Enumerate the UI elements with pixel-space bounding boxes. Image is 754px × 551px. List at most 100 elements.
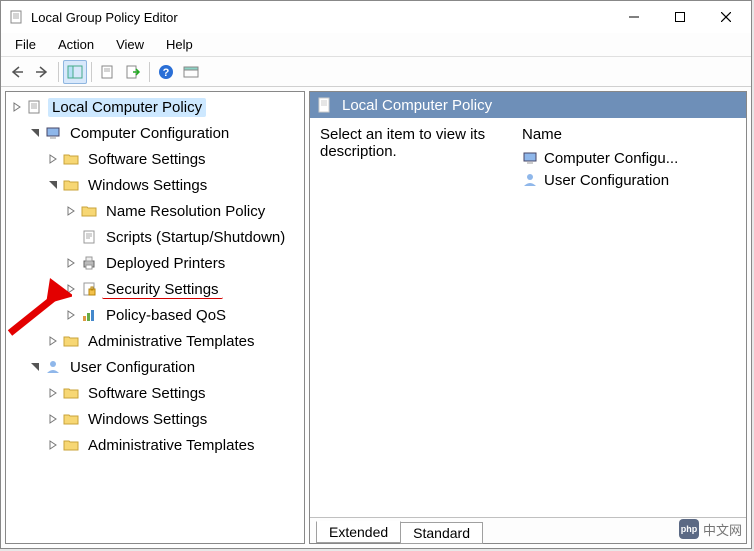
detail-body: Select an item to view its description. … [310, 118, 746, 517]
content-area: Local Computer Policy Computer Configurat… [1, 87, 751, 548]
watermark: php 中文网 [679, 519, 742, 539]
script-icon [80, 228, 98, 246]
tree-node[interactable]: Scripts (Startup/Shutdown) [62, 224, 304, 250]
detail-header-title: Local Computer Policy [342, 97, 492, 114]
expand-icon[interactable] [46, 152, 60, 166]
tree-node-label: Computer Configuration [66, 124, 233, 143]
toolbar-show-tree[interactable] [63, 60, 87, 84]
tree-node-label: Software Settings [84, 150, 210, 169]
app-window: Local Group Policy Editor File Action Vi… [0, 0, 752, 549]
tree-node[interactable]: Name Resolution Policy [62, 198, 304, 224]
tree-node[interactable]: Administrative Templates [44, 328, 304, 354]
column-header-name[interactable]: Name [522, 126, 736, 143]
maximize-button[interactable] [657, 2, 703, 32]
tree-node-label: Local Computer Policy [48, 98, 206, 117]
collapse-icon[interactable] [46, 178, 60, 192]
computer-icon [44, 124, 62, 142]
detail-description: Select an item to view its description. [320, 126, 510, 509]
tree-node[interactable]: Software Settings [44, 380, 304, 406]
menu-view[interactable]: View [106, 35, 154, 54]
toolbar-filter[interactable] [179, 60, 203, 84]
collapse-icon[interactable] [28, 126, 42, 140]
svg-text:?: ? [163, 67, 170, 79]
expand-icon[interactable] [64, 308, 78, 322]
expand-icon[interactable] [46, 438, 60, 452]
tree-node-label: Windows Settings [84, 410, 211, 429]
expand-icon[interactable] [64, 256, 78, 270]
folder-icon [62, 176, 80, 194]
expand-icon[interactable] [46, 412, 60, 426]
tree-node[interactable]: Computer Configuration [26, 120, 304, 146]
tree-node[interactable]: Administrative Templates [44, 432, 304, 458]
toolbar-forward[interactable] [30, 60, 54, 84]
menu-file[interactable]: File [5, 35, 46, 54]
titlebar: Local Group Policy Editor [1, 1, 751, 33]
tree-node-label: Administrative Templates [84, 436, 258, 455]
tree-pane[interactable]: Local Computer Policy Computer Configurat… [5, 91, 305, 544]
tree-node[interactable]: Deployed Printers [62, 250, 304, 276]
detail-list: Name Computer Configu... User Configurati… [522, 126, 736, 509]
tree-node-label: Name Resolution Policy [102, 202, 269, 221]
toolbar-separator [58, 62, 59, 82]
minimize-button[interactable] [611, 2, 657, 32]
expand-icon[interactable] [10, 100, 24, 114]
collapse-icon[interactable] [28, 360, 42, 374]
menu-help[interactable]: Help [156, 35, 203, 54]
user-icon [44, 358, 62, 376]
toolbar-back[interactable] [5, 60, 29, 84]
window-controls [611, 2, 749, 32]
tree-node-label: User Configuration [66, 358, 199, 377]
toolbar-separator [149, 62, 150, 82]
tree-node[interactable]: Local Computer Policy [8, 94, 304, 120]
tree-node[interactable]: User Configuration [26, 354, 304, 380]
watermark-logo: php [679, 519, 699, 539]
user-icon [522, 172, 538, 188]
detail-header: Local Computer Policy [310, 92, 746, 118]
toolbar-export[interactable] [121, 60, 145, 84]
qos-icon [80, 306, 98, 324]
folder-icon [62, 384, 80, 402]
menu-action[interactable]: Action [48, 35, 104, 54]
list-item[interactable]: User Configuration [522, 169, 736, 191]
expand-icon[interactable] [64, 204, 78, 218]
root-icon [26, 98, 44, 116]
tree-node[interactable]: Software Settings [44, 146, 304, 172]
tree-node[interactable]: Security Settings [62, 276, 304, 302]
printer-icon [80, 254, 98, 272]
folder-icon [62, 436, 80, 454]
folder-icon [62, 332, 80, 350]
expand-icon[interactable] [64, 282, 78, 296]
tab-standard[interactable]: Standard [400, 522, 483, 544]
list-item[interactable]: Computer Configu... [522, 147, 736, 169]
list-item-label: Computer Configu... [544, 150, 678, 167]
tree-node-label: Security Settings [102, 280, 223, 299]
security-icon [80, 280, 98, 298]
detail-pane: Local Computer Policy Select an item to … [309, 91, 747, 544]
document-icon [316, 96, 334, 114]
expand-icon[interactable] [46, 334, 60, 348]
toolbar-separator [91, 62, 92, 82]
app-icon [9, 9, 25, 25]
folder-icon [62, 410, 80, 428]
tree-node[interactable]: Windows Settings [44, 172, 304, 198]
toolbar-properties[interactable] [96, 60, 120, 84]
tree-node[interactable]: Policy-based QoS [62, 302, 304, 328]
expand-icon[interactable] [46, 386, 60, 400]
toolbar-help[interactable]: ? [154, 60, 178, 84]
window-title: Local Group Policy Editor [31, 10, 178, 25]
tree-node[interactable]: Windows Settings [44, 406, 304, 432]
toolbar: ? [1, 57, 751, 87]
tree-node-label: Deployed Printers [102, 254, 229, 273]
watermark-text: 中文网 [703, 520, 742, 539]
tree-node-label: Administrative Templates [84, 332, 258, 351]
tree-node-label: Policy-based QoS [102, 306, 230, 325]
tree-node-label: Scripts (Startup/Shutdown) [102, 228, 289, 247]
tree-node-label: Software Settings [84, 384, 210, 403]
tree-node-label: Windows Settings [84, 176, 211, 195]
close-button[interactable] [703, 2, 749, 32]
tab-extended[interactable]: Extended [316, 521, 401, 543]
menubar: File Action View Help [1, 33, 751, 57]
folder-icon [62, 150, 80, 168]
folder-icon [80, 202, 98, 220]
policy-tree: Local Computer Policy Computer Configurat… [6, 94, 304, 458]
